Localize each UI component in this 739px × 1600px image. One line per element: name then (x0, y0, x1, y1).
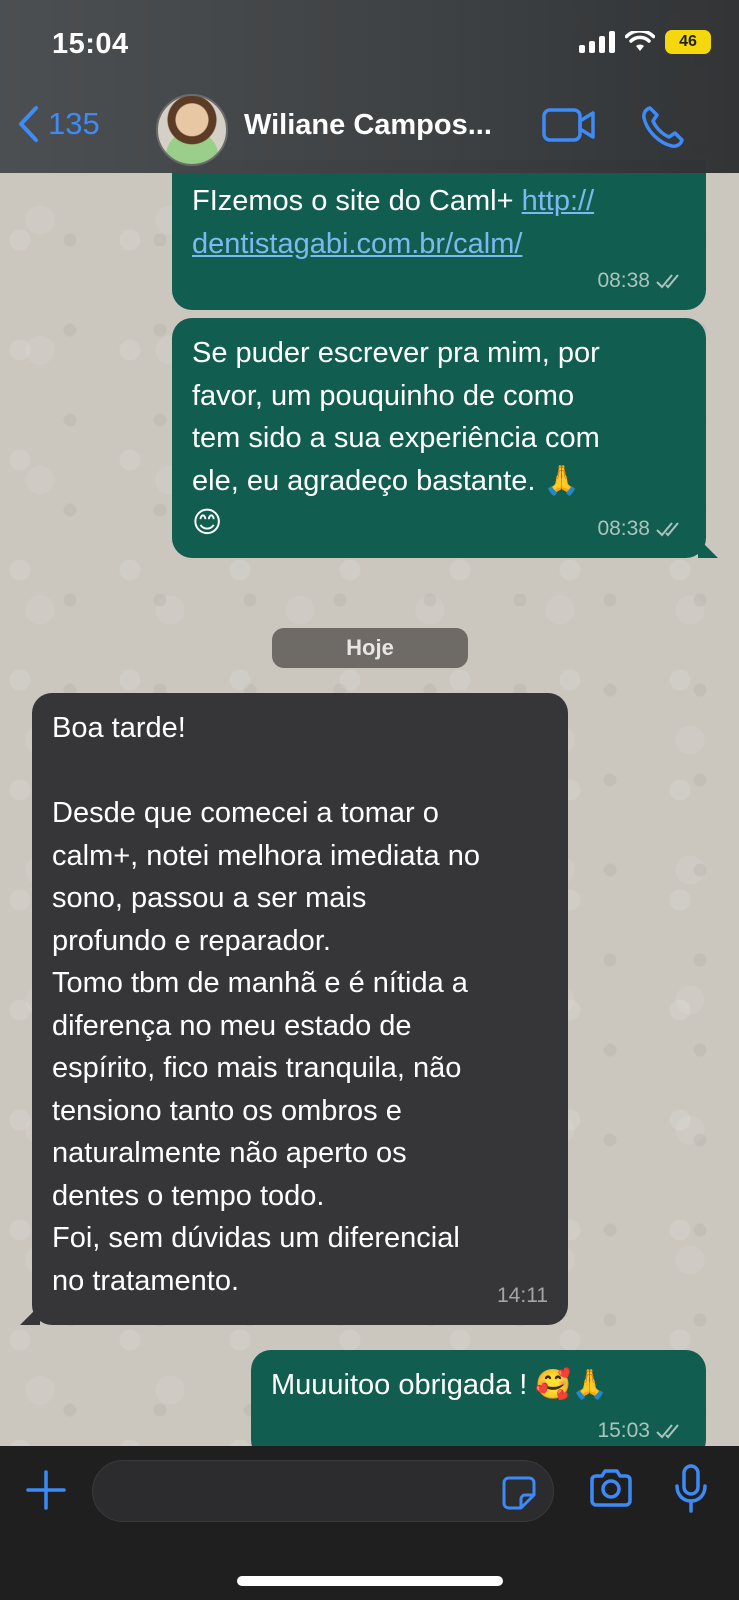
message-meta: 08:38 (597, 260, 686, 303)
message-bubble-outgoing[interactable]: FIzemos o site do Caml+ http://dentistag… (172, 160, 706, 310)
plus-icon[interactable] (24, 1468, 68, 1512)
back-button[interactable]: 135 (16, 104, 100, 144)
battery-indicator: 46 (665, 30, 711, 54)
message-text: Muuuitoo obrigada ! 🥰🙏 (271, 1369, 608, 1401)
home-indicator[interactable] (237, 1576, 503, 1586)
status-icons: 46 (579, 30, 711, 54)
message-time: 08:38 (597, 268, 650, 292)
date-separator: Hoje (272, 628, 468, 668)
cellular-signal-icon (579, 31, 615, 53)
camera-icon[interactable] (588, 1468, 634, 1508)
message-text: Boa tarde! Desde que comecei a tomar o c… (52, 712, 480, 1297)
chat-header: 15:04 46 135 Wiliane Campos... (0, 0, 739, 173)
unread-count: 135 (48, 106, 100, 141)
status-time: 15:04 (52, 28, 129, 60)
double-check-icon (656, 274, 679, 289)
message-time: 08:38 (597, 516, 650, 540)
message-link-continued[interactable]: dentistagabi.com.br/calm/ (192, 228, 522, 260)
message-composer (0, 1446, 739, 1600)
contact-avatar[interactable] (156, 94, 228, 166)
message-meta: 08:38 (597, 508, 686, 551)
message-bubble-incoming[interactable]: Boa tarde! Desde que comecei a tomar o c… (32, 693, 568, 1325)
double-check-icon (656, 1424, 679, 1439)
video-camera-icon[interactable] (542, 106, 596, 144)
message-bubble-outgoing[interactable]: Muuuitoo obrigada ! 🥰🙏 15:03 (251, 1350, 706, 1460)
contact-name[interactable]: Wiliane Campos... (244, 109, 514, 142)
phone-icon[interactable] (640, 104, 686, 150)
message-input-container[interactable] (92, 1460, 554, 1522)
message-bubble-outgoing[interactable]: Se puder escrever pra mim, por favor, um… (172, 318, 706, 558)
message-link[interactable]: http:// (522, 185, 595, 217)
microphone-icon[interactable] (674, 1464, 708, 1514)
message-text: FIzemos o site do Caml+ http://dentistag… (192, 185, 595, 260)
message-input[interactable] (111, 1471, 491, 1511)
message-time: 14:11 (497, 1283, 548, 1307)
chevron-left-icon (19, 106, 38, 142)
sticker-icon[interactable] (501, 1475, 537, 1511)
message-meta: 14:11 (497, 1275, 548, 1318)
wifi-icon (625, 31, 655, 51)
nav-row: 135 Wiliane Campos... (0, 92, 739, 168)
double-check-icon (656, 522, 679, 537)
